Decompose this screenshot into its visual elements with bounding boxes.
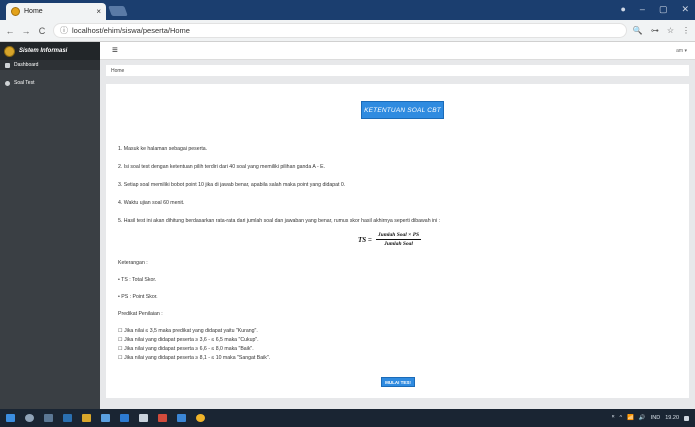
back-button[interactable]: ← [5, 26, 15, 36]
formula-fraction: Jumlah Soal × PS Jumlah Soal [375, 232, 422, 247]
address-bar: ← → C ⓘ localhost/ehim/siswa/peserta/Hom… [0, 20, 695, 42]
predikat-label: Predikat Penilaian : [118, 311, 163, 317]
sidebar: Sistem Informasi Dashboard Soal Test [0, 42, 100, 409]
notification-icon[interactable] [684, 415, 689, 421]
task-view-icon[interactable] [44, 414, 53, 422]
formula-lhs: TS = [358, 235, 372, 244]
powerpoint-icon[interactable] [158, 414, 167, 422]
info-icon[interactable]: ⓘ [60, 25, 68, 36]
minimize-button[interactable]: – [640, 2, 645, 16]
menu-icon[interactable]: ⋮ [682, 26, 690, 35]
app-icon[interactable] [139, 414, 148, 422]
circle-icon [5, 80, 10, 86]
favicon-icon [11, 7, 20, 16]
search-icon[interactable] [25, 414, 34, 422]
tab-close-icon[interactable]: × [96, 7, 101, 16]
system-tray: ᴿ ^ 📶 🔊 IND 19.20 [612, 415, 689, 421]
app-icon[interactable] [177, 414, 186, 422]
sidebar-item-soal-test[interactable]: Soal Test [0, 78, 100, 88]
network-icon[interactable]: 📶 [627, 415, 634, 421]
formula-denominator: Jumlah Soal [384, 241, 413, 247]
rule-5: 5. Hasil test ini akan dihitung berdasar… [118, 218, 441, 224]
score-formula: TS = Jumlah Soal × PS Jumlah Soal [358, 232, 422, 247]
top-navbar: ≡ am ▾ [100, 42, 695, 60]
window-controls: ● – ▢ ✕ [620, 2, 689, 16]
formula-numerator: Jumlah Soal × PS [375, 232, 422, 240]
close-window-button[interactable]: ✕ [681, 2, 689, 16]
people-icon[interactable]: ᴿ [612, 415, 614, 421]
language-indicator[interactable]: IND [651, 415, 660, 421]
chrome-icon[interactable] [196, 414, 205, 422]
zoom-icon[interactable]: 🔍 [633, 26, 643, 35]
tab-title: Home [24, 8, 43, 15]
url-text: localhost/ehim/siswa/peserta/Home [72, 26, 190, 35]
ps-definition: • PS : Point Skor. [118, 294, 158, 300]
main-area: ≡ am ▾ Home KETENTUAN SOAL CBT 1. Masuk … [100, 42, 695, 409]
volume-icon[interactable]: 🔊 [639, 415, 646, 421]
logo-icon [4, 45, 15, 57]
url-input[interactable]: ⓘ localhost/ehim/siswa/peserta/Home [53, 23, 627, 38]
new-tab-button[interactable] [108, 6, 128, 16]
file-explorer-icon[interactable] [82, 414, 91, 422]
predikat-item: ☐ Jika nilai yang didapat peserta ≥ 8,1 … [118, 355, 271, 361]
breadcrumb: Home [106, 65, 689, 76]
hamburger-menu-icon[interactable]: ≡ [112, 45, 118, 56]
profile-icon[interactable]: ● [620, 2, 625, 16]
forward-button[interactable]: → [21, 26, 31, 36]
browser-tab[interactable]: Home × [6, 3, 106, 20]
user-menu[interactable]: am ▾ [676, 48, 687, 54]
taskbar-apps [6, 414, 205, 422]
taskbar: ᴿ ^ 📶 🔊 IND 19.20 [0, 409, 695, 427]
maximize-button[interactable]: ▢ [659, 2, 668, 16]
bookmark-star-icon[interactable]: ☆ [667, 26, 674, 35]
predikat-item: ☐ Jika nilai yang didapat peserta ≥ 3,6 … [118, 337, 259, 343]
rule-4: 4. Waktu ujian soal 60 menit. [118, 200, 185, 206]
breadcrumb-home[interactable]: Home [111, 68, 124, 74]
edge-icon[interactable] [63, 414, 72, 422]
rule-1: 1. Masuk ke halaman sebagai peserta. [118, 146, 208, 152]
store-icon[interactable] [101, 414, 110, 422]
sidebar-item-label: Dashboard [14, 62, 39, 68]
predikat-item: ☐ Jika nilai yang didapat peserta ≥ 6,6 … [118, 346, 254, 352]
keterangan-label: Keterangan : [118, 260, 148, 266]
rules-card: KETENTUAN SOAL CBT 1. Masuk ke halaman s… [106, 84, 689, 398]
title-button[interactable]: KETENTUAN SOAL CBT [361, 101, 444, 119]
sidebar-item-label: Soal Test [14, 80, 35, 86]
address-actions: 🔍 ⊶ ☆ ⋮ [633, 26, 690, 35]
word-icon[interactable] [120, 414, 129, 422]
start-test-button[interactable]: MULAI TES! [381, 377, 415, 387]
tray-expand-icon[interactable]: ^ [619, 415, 622, 421]
reload-button[interactable]: C [37, 26, 47, 36]
browser-tab-bar: Home × ● – ▢ ✕ [0, 0, 695, 20]
brand[interactable]: Sistem Informasi [0, 42, 100, 60]
sidebar-item-dashboard[interactable]: Dashboard [0, 60, 100, 70]
predikat-item: ☐ Jika nilai ≤ 3,5 maka predikat yang di… [118, 328, 258, 334]
rule-2: 2. Isi soal test dengan ketentuan pilih … [118, 164, 326, 170]
brand-title: Sistem Informasi [19, 48, 68, 54]
screen: Home × ● – ▢ ✕ ← → C ⓘ localhost/ehim/si… [0, 0, 695, 427]
key-icon[interactable]: ⊶ [651, 26, 659, 35]
rule-3: 3. Setiap soal memiliki bobot point 10 j… [118, 182, 346, 188]
clock[interactable]: 19.20 [665, 415, 679, 421]
windows-start-icon[interactable] [6, 414, 15, 422]
monitor-icon [5, 62, 10, 68]
ts-definition: • TS : Total Skor. [118, 277, 157, 283]
